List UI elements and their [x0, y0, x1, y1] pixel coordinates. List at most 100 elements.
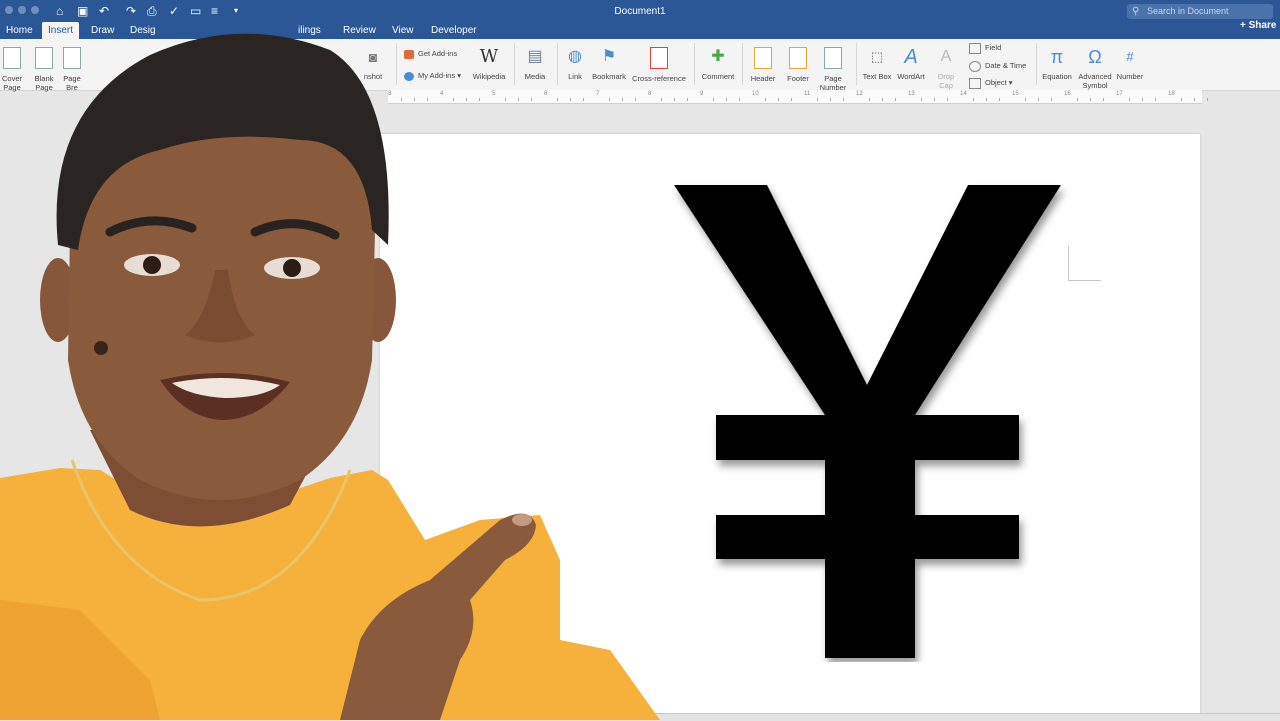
number-button[interactable]: # Number [1114, 45, 1146, 81]
ruler-tick [1155, 98, 1156, 101]
drop-cap-button[interactable]: A Drop Cap [932, 45, 960, 90]
blank-page-button[interactable]: Blank Page [31, 45, 57, 92]
document-title: Document1 [614, 6, 666, 17]
ruler-tick [1025, 98, 1026, 101]
tab-developer[interactable]: Developer [425, 22, 483, 39]
field-button[interactable]: Field [969, 42, 1001, 54]
comment-button[interactable]: ✚ Comment [700, 45, 736, 81]
blank-page-icon [31, 47, 57, 71]
pi-icon: π [1050, 47, 1064, 67]
media-icon: ▤ [527, 48, 543, 65]
field-label: Field [985, 43, 1002, 52]
number-label: Number [1116, 72, 1144, 81]
yen-glyph: ¥ [670, 182, 671, 183]
ruler-tick [1103, 98, 1104, 101]
comment-label: Comment [701, 72, 735, 81]
advanced-symbol-label: Advanced Symbol [1078, 72, 1112, 90]
get-addins-button[interactable]: Get Add-ins [404, 48, 457, 59]
share-button[interactable]: + Share [1240, 20, 1276, 31]
tab-review[interactable]: Review [337, 22, 382, 39]
ruler-tick [674, 98, 675, 101]
footer-label: Footer [787, 74, 809, 83]
left-iris [143, 256, 161, 274]
page-break-button[interactable]: Page Bre [61, 45, 83, 92]
text-box-icon: ⬚ [870, 49, 884, 64]
tab-mailings[interactable]: ilings [292, 22, 327, 39]
ruler-tick [895, 98, 896, 101]
date-time-button[interactable]: Date & Time [969, 60, 1026, 72]
ruler-tick [414, 98, 415, 101]
text-box-button[interactable]: ⬚ Text Box [860, 45, 894, 81]
drop-cap-label: Drop Cap [937, 72, 955, 90]
page-break-icon [61, 47, 83, 71]
ribbon-separator [742, 43, 743, 85]
my-addins-button[interactable]: My Add-ins ▾ [404, 70, 461, 81]
ruler-tick [505, 98, 506, 101]
ruler-tick [843, 98, 844, 101]
ruler-tick [1194, 98, 1195, 101]
ribbon-separator [694, 43, 695, 85]
search-input[interactable]: ⚲ Search in Document [1127, 4, 1273, 19]
ruler-tick [1051, 98, 1052, 101]
add-person-icon: + [1240, 20, 1246, 31]
right-eye [264, 257, 320, 279]
horizontal-ruler[interactable]: 3 4 5 6 7 8 9 10 11 12 13 14 15 16 17 18 [388, 90, 1208, 104]
left-ear [40, 258, 76, 342]
ruler-tick [726, 98, 727, 101]
page-number-button[interactable]: Page Number [817, 45, 849, 92]
ruler-tick [570, 98, 571, 101]
tab-design[interactable]: Desig [124, 22, 162, 39]
ruler-tick [622, 98, 623, 101]
ruler-tick [973, 98, 974, 101]
margin-crop-mark [1068, 280, 1101, 281]
wordart-button[interactable]: A WordArt [895, 45, 927, 81]
ruler-tick [817, 98, 818, 101]
wikipedia-icon: W [479, 46, 499, 67]
advanced-symbol-button[interactable]: Ω Advanced Symbol [1076, 45, 1114, 90]
ribbon-separator [396, 43, 397, 85]
ruler-number: 9 [700, 91, 704, 97]
ruler-tick [999, 98, 1000, 101]
ruler-tick [986, 98, 987, 101]
tab-home[interactable]: Home [0, 22, 39, 39]
header-button[interactable]: Header [748, 45, 778, 83]
ruler-tick [466, 98, 467, 101]
tab-view[interactable]: View [386, 22, 420, 39]
right-eyebrow [250, 219, 340, 240]
ruler-tick [739, 98, 740, 101]
mouth [160, 372, 290, 420]
equation-button[interactable]: π Equation [1040, 45, 1074, 81]
ruler-tick [557, 98, 558, 101]
tab-insert[interactable]: Insert [42, 22, 80, 39]
cover-page-button[interactable]: Cover Page [0, 45, 24, 92]
yen-symbol: ¥ [670, 182, 1061, 658]
ribbon-separator [1036, 43, 1037, 85]
search-placeholder: Search in Document [1147, 6, 1229, 16]
store-icon [404, 49, 414, 59]
bookmark-button[interactable]: ⚑ Bookmark [591, 45, 627, 81]
ruler-tick [661, 98, 662, 101]
ruler-tick [1207, 98, 1208, 101]
header-label: Header [750, 74, 776, 83]
ruler-tick [1038, 98, 1039, 101]
footer-button[interactable]: Footer [783, 45, 813, 83]
cover-page-label: Cover Page [1, 74, 22, 92]
tab-draw[interactable]: Draw [85, 22, 120, 39]
my-addins-label: My Add-ins [418, 71, 456, 80]
ruler-number: 18 [1168, 91, 1175, 97]
cross-reference-button[interactable]: Cross-reference [630, 45, 688, 83]
object-icon [969, 77, 981, 89]
ruler-tick [479, 98, 480, 101]
wikipedia-button[interactable]: W Wikipedia [472, 45, 506, 81]
link-button[interactable]: ◍ Link [563, 45, 587, 81]
screenshot-button[interactable]: ◙ nshot [358, 45, 388, 81]
ruler-tick [765, 98, 766, 101]
media-button[interactable]: ▤ Media [520, 45, 550, 81]
ruler-number: 10 [752, 91, 759, 97]
wordart-icon: A [904, 46, 918, 68]
ruler-tick [1077, 98, 1078, 101]
ruler-number: 12 [856, 91, 863, 97]
object-label: Object [985, 78, 1007, 87]
object-button[interactable]: Object ▾ [969, 77, 1013, 89]
ruler-tick [921, 98, 922, 101]
